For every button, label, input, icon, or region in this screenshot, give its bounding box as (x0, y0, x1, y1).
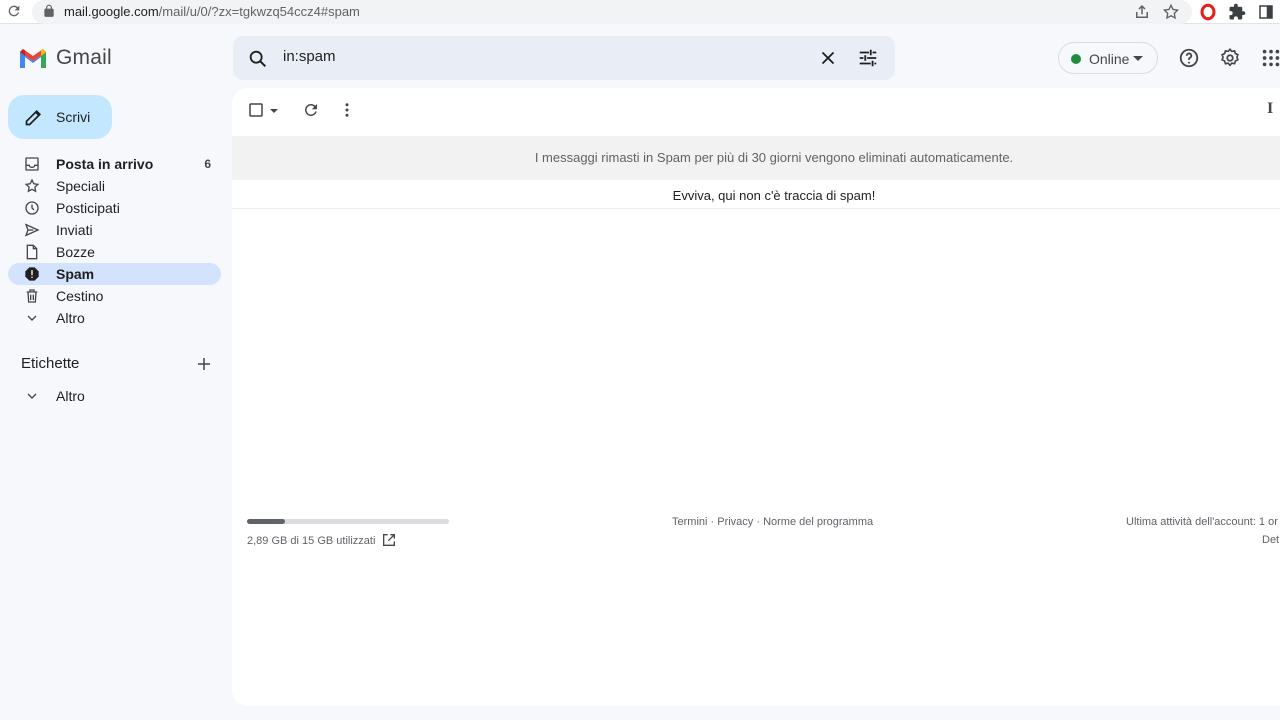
sidebar-item-inbox[interactable]: Posta in arrivo 6 (8, 153, 221, 175)
chevron-down-icon (27, 315, 37, 321)
opera-extension-icon[interactable] (1199, 3, 1217, 21)
app-name: Gmail (56, 46, 112, 69)
unread-count: 6 (204, 157, 211, 171)
close-icon[interactable] (817, 47, 839, 69)
status-label: Online (1089, 51, 1130, 67)
help-icon[interactable] (1178, 47, 1200, 69)
url-host: mail.google.com (64, 4, 159, 19)
extensions-puzzle-icon[interactable] (1228, 3, 1246, 21)
status-selector[interactable]: Online (1058, 42, 1158, 74)
sidebar-item-label: Altro (56, 310, 85, 326)
send-icon (24, 223, 40, 237)
search-icon[interactable] (247, 48, 269, 70)
sidebar-item-snoozed[interactable]: Posticipati (8, 197, 221, 219)
privacy-link[interactable]: Privacy (717, 516, 753, 528)
labels-more-label: Altro (56, 388, 85, 404)
add-label-icon[interactable] (195, 355, 213, 373)
sidebar-nav: Posta in arrivo 6 Speciali Posticipati I… (8, 153, 221, 329)
labels-list: Altro (8, 385, 221, 407)
sidebar-item-label: Posticipati (56, 200, 120, 216)
sidebar-item-label: Cestino (56, 288, 104, 304)
settings-gear-icon[interactable] (1219, 47, 1241, 69)
sidebar-item-label: Posta in arrivo (56, 156, 154, 172)
input-tools-icon[interactable]: I (1267, 100, 1273, 118)
inbox-icon (25, 157, 39, 171)
clock-icon (25, 201, 39, 215)
labels-heading: Etichette (21, 355, 80, 372)
separator: · (753, 516, 764, 528)
select-dropdown-icon[interactable] (268, 101, 280, 119)
chevron-down-icon (27, 393, 37, 399)
separator: · (707, 516, 718, 528)
last-account-activity: Ultima attività dell'account: 1 or (1126, 516, 1278, 528)
report-spam-icon (25, 267, 39, 281)
sidebar-item-starred[interactable]: Speciali (8, 175, 221, 197)
sidebar-item-drafts[interactable]: Bozze (8, 241, 221, 263)
sidebar-item-label: Speciali (56, 178, 106, 194)
browser-toolbar: mail.google.com/mail/u/0/?zx=tgkwzq54ccz… (0, 0, 1280, 24)
draft-file-icon (26, 244, 38, 260)
labels-more-item[interactable]: Altro (8, 385, 221, 407)
lock-icon (44, 4, 54, 17)
more-vert-icon[interactable] (338, 101, 356, 119)
url-path: /mail/u/0/?zx=tgkwzq54ccz4#spam (158, 4, 360, 19)
spam-info-text: I messaggi rimasti in Spam per più di 30… (534, 150, 1014, 165)
empty-state: Evviva, qui non c'è traccia di spam! (232, 180, 1280, 209)
sidebar-item-label: Bozze (56, 244, 95, 260)
empty-state-text: Evviva, qui non c'è traccia di spam! (672, 188, 876, 203)
sidebar-item-label: Inviati (56, 222, 93, 238)
storage-progress-fill (247, 519, 286, 524)
chevron-down-icon (1133, 56, 1143, 61)
open-in-new-icon[interactable] (381, 532, 397, 548)
storage-progress (247, 519, 449, 524)
reload-icon[interactable] (6, 3, 22, 19)
compose-label: Scrivi (56, 109, 91, 125)
star-icon (24, 178, 40, 193)
bookmark-star-icon[interactable] (1162, 3, 1180, 21)
compose-button[interactable]: Scrivi (8, 95, 112, 139)
terms-link[interactable]: Termini (672, 516, 707, 528)
sidebar-item-sent[interactable]: Inviati (8, 219, 221, 241)
sidebar-item-trash[interactable]: Cestino (8, 285, 221, 307)
apps-grid-icon[interactable] (1260, 47, 1280, 69)
spam-info-banner: I messaggi rimasti in Spam per più di 30… (232, 136, 1280, 180)
side-panel-icon[interactable] (1257, 3, 1275, 21)
sidebar-item-more[interactable]: Altro (8, 307, 221, 329)
search-bar (233, 36, 895, 80)
footer-links: Termini · Privacy · Norme del programma (672, 516, 873, 528)
program-policies-link[interactable]: Norme del programma (763, 516, 873, 528)
main-panel: I I messaggi rimasti in Spam per più di … (232, 88, 1280, 706)
sidebar-item-label: Spam (56, 266, 95, 282)
search-options-icon[interactable] (857, 47, 879, 69)
pencil-icon (25, 109, 42, 126)
share-icon[interactable] (1133, 3, 1151, 21)
storage-usage-text: 2,89 GB di 15 GB utilizzati (247, 535, 376, 547)
sidebar-item-spam[interactable]: Spam (8, 263, 221, 285)
refresh-icon[interactable] (302, 101, 320, 119)
search-input[interactable] (283, 48, 803, 65)
status-dot (1071, 54, 1081, 64)
url-text[interactable]: mail.google.com/mail/u/0/?zx=tgkwzq54ccz… (64, 4, 360, 19)
details-link[interactable]: Det (1262, 534, 1279, 546)
gmail-logo[interactable] (18, 46, 48, 70)
select-all-checkbox[interactable] (247, 101, 265, 119)
trash-icon (26, 289, 38, 303)
